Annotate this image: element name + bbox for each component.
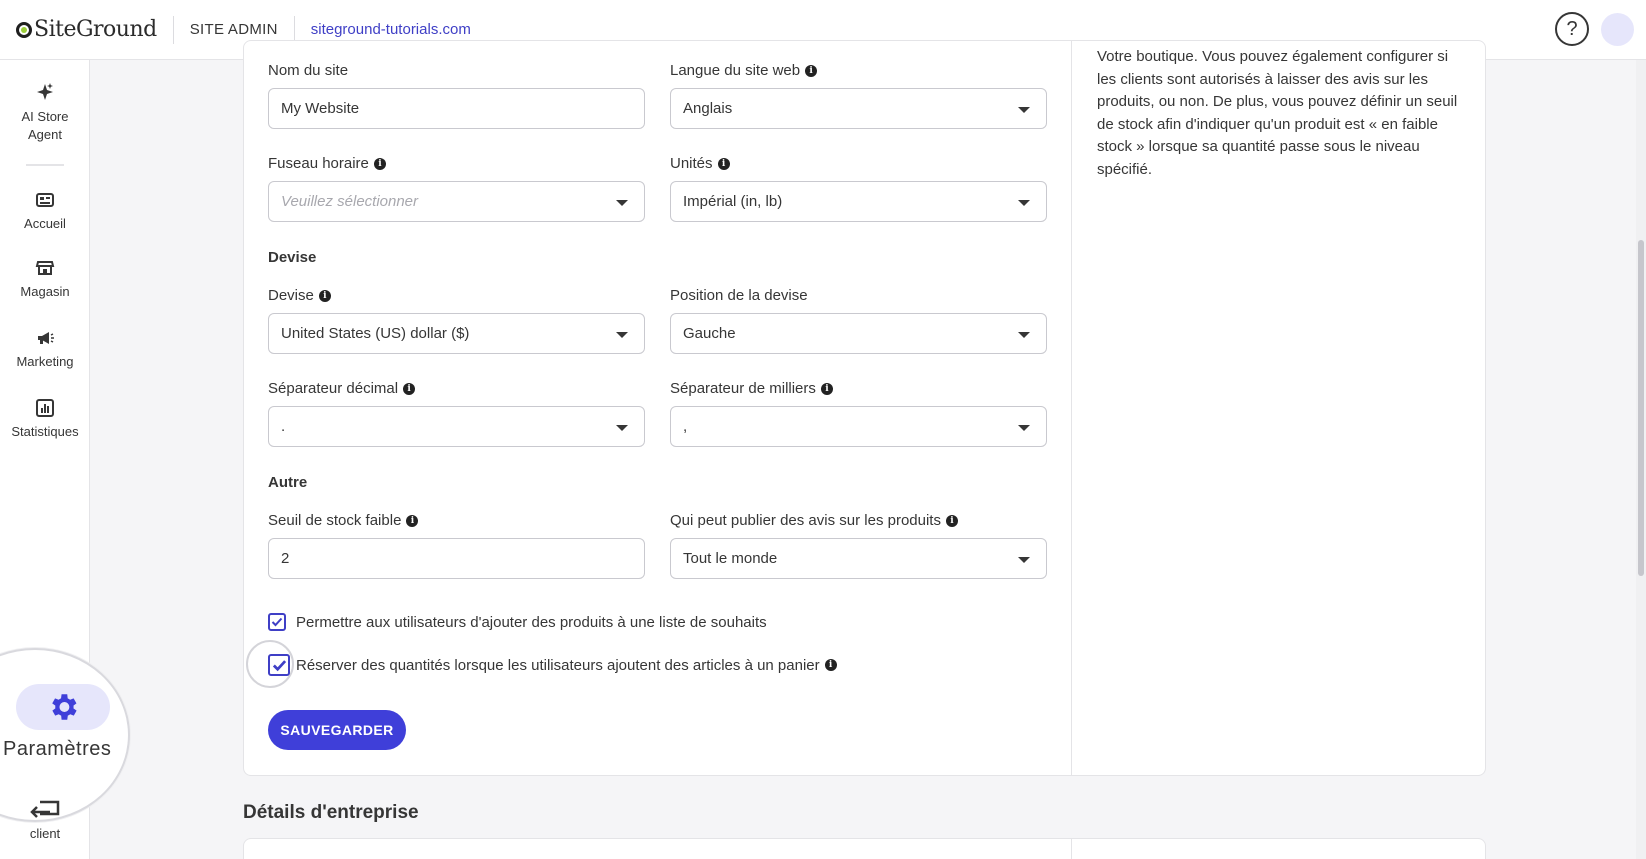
reserve-option[interactable]: Réserver des quantités lorsque les utili… (268, 654, 837, 676)
info-icon[interactable]: i (406, 514, 419, 527)
chevron-down-icon (1018, 332, 1030, 338)
sidebar-item-label: Statistiques (11, 424, 79, 439)
chevron-down-icon (1018, 425, 1030, 431)
sidebar-item-label: client (29, 826, 61, 841)
sidebar-item-magasin[interactable]: Magasin (0, 258, 90, 299)
units-label: Unités i (670, 155, 730, 172)
megaphone-icon (38, 332, 54, 344)
gear-icon (52, 694, 77, 720)
sidebar-item-client[interactable]: client (0, 800, 90, 841)
decimal-separator-label: Séparateur décimal i (268, 380, 416, 397)
chevron-down-icon (1018, 107, 1030, 113)
info-icon[interactable]: i (820, 382, 833, 395)
header-divider (172, 15, 174, 44)
sidebar-item-parametres[interactable] (16, 684, 110, 730)
currency-position-label: Position de la devise (670, 287, 808, 304)
scrollbar-thumb[interactable] (1638, 240, 1644, 576)
other-section-title: Autre (268, 474, 308, 491)
help-button[interactable]: ? (1555, 12, 1589, 46)
info-icon[interactable]: i (717, 157, 730, 170)
reserve-checkbox-label: Réserver des quantités lorsque les utili… (296, 656, 820, 674)
site-url-link[interactable]: siteground-tutorials.com (311, 21, 471, 38)
currency-label: Devise i (268, 287, 331, 304)
check-icon (271, 617, 283, 627)
sidebar-item-label: AI Store Agent (21, 109, 69, 142)
section-description: Votre boutique. Vous pouvez également co… (1097, 48, 1458, 178)
info-icon[interactable]: i (403, 382, 416, 395)
low-stock-label: Seuil de stock faible i (268, 512, 419, 529)
info-icon[interactable]: i (318, 289, 331, 302)
sidebar-item-accueil[interactable]: Accueil (0, 190, 90, 231)
sparkle-icon (37, 83, 53, 100)
logo-text: SiteGround (34, 17, 157, 42)
info-icon[interactable]: i (805, 64, 818, 77)
site-language-select[interactable]: Anglais (670, 88, 1047, 129)
site-name-label: Nom du site (268, 62, 349, 79)
currency-select[interactable]: United States (US) dollar ($) (268, 313, 645, 354)
thousands-separator-label: Séparateur de milliers i (670, 380, 833, 397)
section-label: SITE ADMIN (189, 21, 278, 38)
sidebar-item-label: Accueil (24, 216, 66, 231)
chevron-down-icon (616, 200, 628, 206)
sidebar-item-statistiques[interactable]: Statistiques (0, 398, 90, 439)
logo-mark-icon (16, 21, 32, 38)
card-divider (1071, 838, 1072, 859)
siteground-logo[interactable]: SiteGround (16, 17, 157, 42)
business-details-card (243, 838, 1486, 859)
card-divider (1071, 40, 1072, 776)
chevron-down-icon (1018, 557, 1030, 563)
decimal-separator-select[interactable]: . (268, 406, 645, 447)
info-icon[interactable]: i (824, 659, 837, 671)
site-language-label: Langue du site web i (670, 62, 818, 79)
dashboard-icon (36, 193, 54, 207)
save-button[interactable]: SAUVEGARDER (268, 710, 406, 750)
currency-position-select[interactable]: Gauche (670, 313, 1047, 354)
chevron-down-icon (616, 332, 628, 338)
sidebar-item-label: Marketing (16, 354, 74, 369)
chart-icon (36, 399, 54, 417)
site-name-input[interactable]: My Website (268, 88, 645, 129)
store-icon (35, 261, 55, 275)
units-select[interactable]: Impérial (in, lb) (670, 181, 1047, 222)
timezone-label: Fuseau horaire i (268, 155, 386, 172)
thousands-separator-select[interactable]: , (670, 406, 1047, 447)
business-details-title: Détails d'entreprise (243, 802, 419, 823)
reviews-select[interactable]: Tout le monde (670, 538, 1047, 579)
zoom-highlight (0, 648, 130, 822)
sidebar-item-label: Magasin (20, 284, 70, 299)
reserve-checkbox[interactable] (268, 654, 290, 676)
wishlist-checkbox-label: Permettre aux utilisateurs d'ajouter des… (296, 613, 767, 631)
info-icon[interactable]: i (373, 157, 386, 170)
chevron-down-icon (616, 425, 628, 431)
timezone-select[interactable]: Veuillez sélectionner (268, 181, 645, 222)
info-icon[interactable]: i (945, 514, 958, 527)
reviews-label: Qui peut publier des avis sur les produi… (670, 512, 958, 529)
currency-section-title: Devise (268, 249, 317, 266)
sidebar-divider (26, 164, 64, 166)
chevron-down-icon (1018, 200, 1030, 206)
wishlist-checkbox[interactable] (268, 613, 286, 631)
low-stock-input[interactable]: 2 (268, 538, 645, 579)
sidebar-item-ai-store-agent[interactable]: AI Store Agent (0, 82, 90, 144)
avatar[interactable] (1601, 13, 1634, 46)
sidebar-item-marketing[interactable]: Marketing (0, 328, 90, 369)
back-to-client-icon (30, 800, 60, 818)
sidebar-item-label: Paramètres (3, 738, 112, 760)
check-icon (272, 659, 286, 671)
wishlist-option[interactable]: Permettre aux utilisateurs d'ajouter des… (268, 613, 767, 631)
